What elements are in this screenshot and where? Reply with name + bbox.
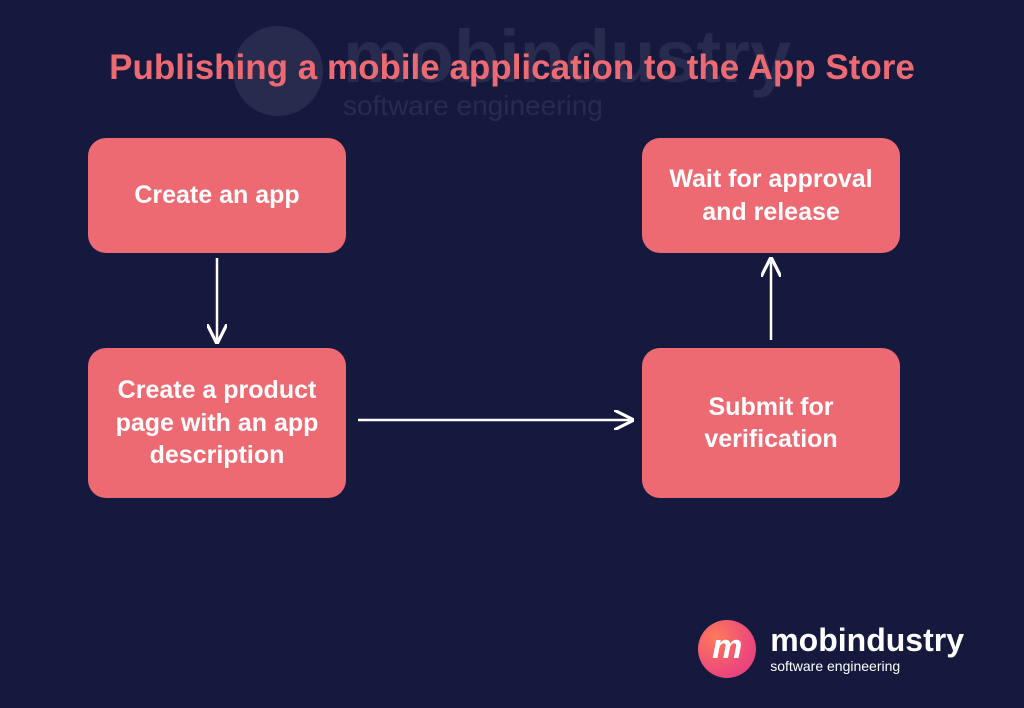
step-product-page: Create a product page with an app descri… [88, 348, 346, 498]
step-submit-verification: Submit for verification [642, 348, 900, 498]
step-create-app: Create an app [88, 138, 346, 253]
page-title: Publishing a mobile application to the A… [109, 48, 915, 88]
step-label: Submit for verification [662, 391, 880, 456]
step-label: Create a product page with an app descri… [108, 374, 326, 472]
step-label: Create an app [134, 179, 299, 212]
watermark-brand-tagline: software engineering [343, 90, 791, 122]
brand-logo-glyph: m [712, 628, 742, 667]
step-label: Wait for approval and release [662, 163, 880, 228]
brand-footer: m mobindustry software engineering [698, 620, 964, 678]
brand-tagline: software engineering [770, 658, 964, 674]
step-wait-approval: Wait for approval and release [642, 138, 900, 253]
brand-logo-icon: m [698, 620, 756, 678]
brand-name: mobindustry [770, 624, 964, 656]
